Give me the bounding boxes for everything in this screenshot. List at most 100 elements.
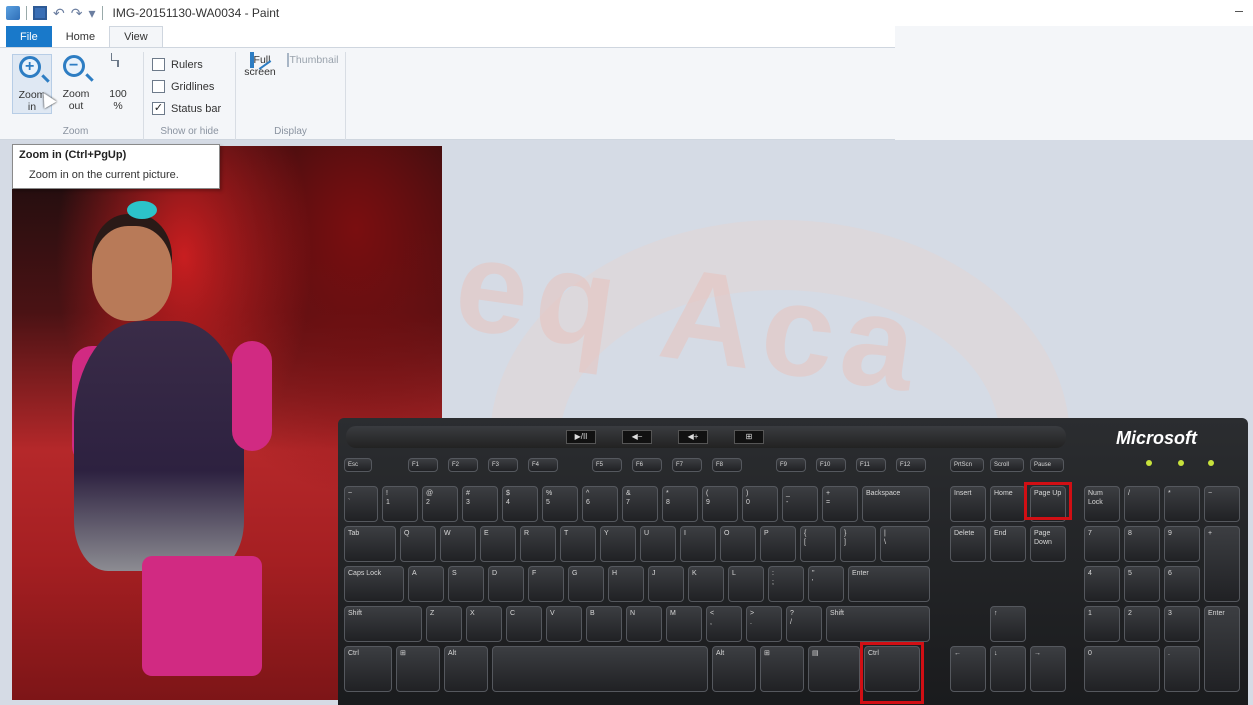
arrow-down-key: ↓: [990, 646, 1026, 692]
photo-arm-right: [232, 341, 272, 451]
full-screen-icon: [249, 52, 254, 68]
arrow-up-key: ↑: [990, 606, 1026, 642]
key-5: % 5: [542, 486, 578, 522]
key-quote: " ': [808, 566, 844, 602]
zoom-group: + Zoom in − Zoom out 100 % Zoom: [8, 52, 144, 140]
key-rbracket: }]: [840, 526, 876, 562]
minimize-button[interactable]: [1233, 4, 1247, 18]
led: [1146, 460, 1152, 466]
key-i: I: [680, 526, 716, 562]
zoom-out-button[interactable]: − Zoom out: [56, 54, 96, 112]
numpad-6-key: 6: [1164, 566, 1200, 602]
numpad-0-key: 0: [1084, 646, 1160, 692]
f9-key: F9: [776, 458, 806, 472]
key-b: B: [586, 606, 622, 642]
ribbon: + Zoom in − Zoom out 100 % Zoom Rulers G…: [0, 47, 895, 140]
key-comma: <,: [706, 606, 742, 642]
right-shift-key: Shift: [826, 606, 930, 642]
caps-lock-key: Caps Lock: [344, 566, 404, 602]
page-icon: [102, 53, 134, 84]
title-bar: ↶ ↷ ▾ IMG-20151130-WA0034 - Paint: [0, 0, 1253, 26]
paint-app-icon[interactable]: [6, 6, 20, 20]
key-r: R: [520, 526, 556, 562]
photo-head: [92, 226, 172, 321]
redo-icon[interactable]: ↷: [71, 6, 83, 20]
numpad-8-key: 8: [1124, 526, 1160, 562]
tab-view[interactable]: View: [109, 26, 163, 48]
key-9: (9: [702, 486, 738, 522]
zoom-out-icon: −: [60, 54, 92, 84]
tab-file[interactable]: File: [6, 26, 52, 48]
numpad-1-key: 1: [1084, 606, 1120, 642]
tooltip-title: Zoom in (Ctrl+PgUp): [19, 149, 127, 161]
key-d: D: [488, 566, 524, 602]
numpad-5-key: 5: [1124, 566, 1160, 602]
separator: [101, 6, 103, 20]
full-screen-button[interactable]: Full screen: [240, 52, 280, 78]
key-w: W: [440, 526, 476, 562]
f6-key: F6: [632, 458, 662, 472]
num-lock-key: Num Lock: [1084, 486, 1120, 522]
key-s: S: [448, 566, 484, 602]
zoom-out-label-2: out: [68, 100, 84, 112]
status-bar-checkbox[interactable]: ✓ Status bar: [152, 102, 221, 115]
numpad-plus-key: +: [1204, 526, 1240, 602]
f11-key: F11: [856, 458, 886, 472]
scroll-lock-key: Scroll: [990, 458, 1024, 472]
ctrl-key-highlight: [860, 642, 924, 704]
f10-key: F10: [816, 458, 846, 472]
arrow-right-key: →: [1030, 646, 1066, 692]
key-8: * 8: [662, 486, 698, 522]
key-t: T: [560, 526, 596, 562]
key-m: M: [666, 606, 702, 642]
left-windows-key: ⊞: [396, 646, 440, 692]
delete-key: Delete: [950, 526, 986, 562]
page-up-highlight: [1024, 482, 1072, 520]
f8-key: F8: [712, 458, 742, 472]
key-minus: _ -: [782, 486, 818, 522]
calculator-key: ⊞: [734, 430, 764, 444]
key-backtick: ~ `: [344, 486, 378, 522]
actual-size-button[interactable]: 100 %: [98, 53, 138, 112]
gridlines-checkbox[interactable]: Gridlines: [152, 80, 214, 93]
zoom-in-icon: +: [16, 55, 48, 85]
key-backslash: | \: [880, 526, 930, 562]
enter-key: Enter: [848, 566, 930, 602]
key-6: ^ 6: [582, 486, 618, 522]
prtsc-key: PrtScn: [950, 458, 984, 472]
thumbnail-button[interactable]: Thumbnail: [284, 53, 342, 67]
rulers-check-box[interactable]: [152, 58, 165, 71]
numpad-minus-key: −: [1204, 486, 1240, 522]
numpad-multiply-key: *: [1164, 486, 1200, 522]
numpad-4-key: 4: [1084, 566, 1120, 602]
zoom-in-tooltip: Zoom in (Ctrl+PgUp) Zoom in on the curre…: [12, 144, 220, 189]
key-f: F: [528, 566, 564, 602]
key-x: X: [466, 606, 502, 642]
rulers-checkbox[interactable]: Rulers: [152, 58, 203, 71]
status-bar-check-box[interactable]: ✓: [152, 102, 165, 115]
tab-home[interactable]: Home: [52, 26, 109, 48]
zoom-group-label: Zoom: [62, 126, 89, 137]
zoom-out-label-1: Zoom: [62, 88, 90, 100]
f4-key: F4: [528, 458, 558, 472]
space-key: [492, 646, 708, 692]
volume-up-key: ◀+: [678, 430, 708, 444]
key-q: Q: [400, 526, 436, 562]
undo-icon[interactable]: ↶: [53, 6, 65, 20]
key-j: J: [648, 566, 684, 602]
display-group: Full screen Thumbnail Display: [236, 52, 346, 140]
key-p: P: [760, 526, 796, 562]
gridlines-check-box[interactable]: [152, 80, 165, 93]
f3-key: F3: [488, 458, 518, 472]
home-key: Home: [990, 486, 1026, 522]
insert-key: Insert: [950, 486, 986, 522]
left-shift-key: Shift: [344, 606, 422, 642]
key-semicolon: :;: [768, 566, 804, 602]
numpad-enter-key: Enter: [1204, 606, 1240, 692]
numpad-divide-key: /: [1124, 486, 1160, 522]
customize-quick-access-icon[interactable]: ▾: [88, 6, 95, 20]
zoom-in-label-2: in: [27, 101, 37, 113]
right-alt-key: Alt: [712, 646, 756, 692]
save-icon[interactable]: [33, 6, 47, 20]
key-2: @2: [422, 486, 458, 522]
